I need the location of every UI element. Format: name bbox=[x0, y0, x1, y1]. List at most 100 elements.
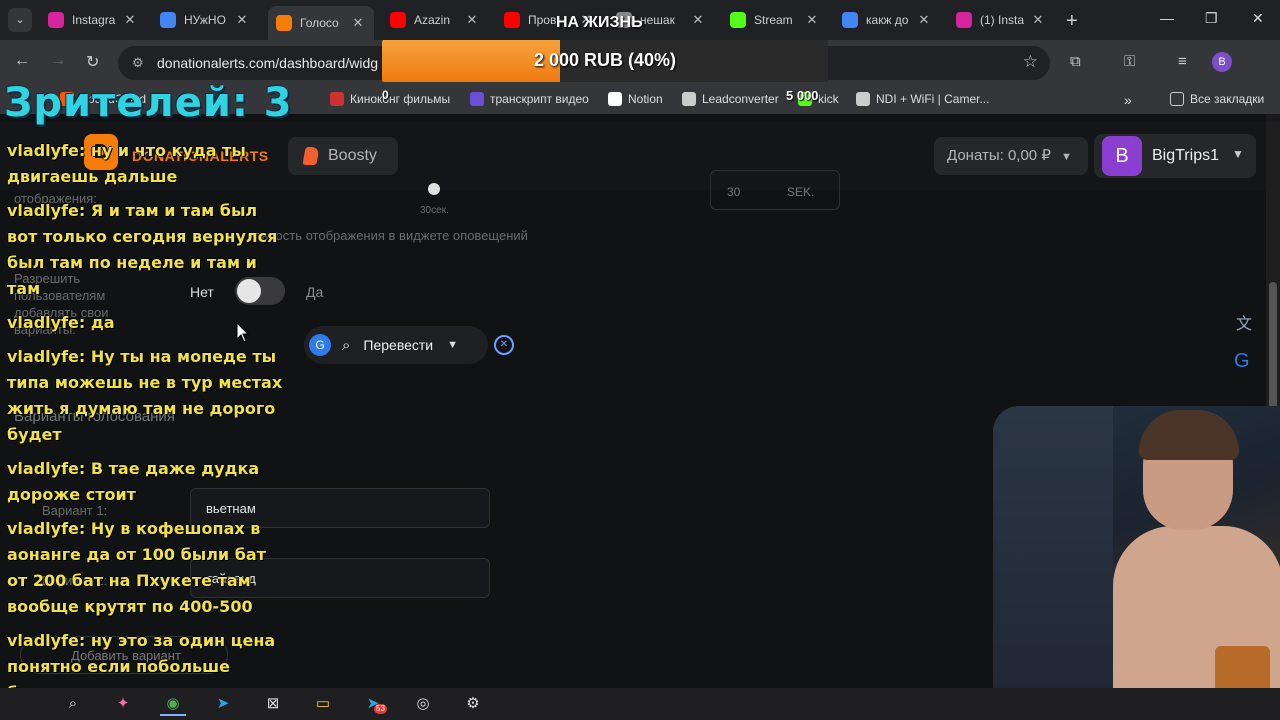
reload-icon[interactable]: ↻ bbox=[86, 52, 99, 72]
forward-icon[interactable]: → bbox=[50, 52, 66, 70]
restore-icon[interactable]: ❐ bbox=[1205, 10, 1218, 27]
tab-label: нешак bbox=[640, 13, 675, 27]
chat-message: vladlyfe: Ну в кофешопах в аонанге да от… bbox=[7, 516, 283, 620]
bookmark-item[interactable]: Киноконг фильмы bbox=[330, 92, 450, 106]
google-icon bbox=[842, 12, 858, 28]
close-tab-icon[interactable]: ✕ bbox=[690, 12, 706, 28]
obs-icon[interactable]: ◎ bbox=[410, 692, 436, 716]
more-bookmarks-icon[interactable]: » bbox=[1124, 92, 1132, 108]
all-bookmarks-button[interactable]: Все закладки bbox=[1170, 92, 1264, 106]
close-tab-icon[interactable]: ✕ bbox=[234, 12, 250, 28]
close-window-icon[interactable]: ✕ bbox=[1252, 10, 1264, 27]
close-tab-icon[interactable]: ✕ bbox=[350, 15, 366, 31]
minimize-icon[interactable]: — bbox=[1160, 10, 1174, 26]
tab-label: Stream bbox=[754, 13, 793, 27]
youtube-icon bbox=[504, 12, 520, 28]
goal-title: НА ЖИЗНЬ bbox=[556, 14, 643, 31]
search-icon[interactable]: ⌕ bbox=[342, 337, 350, 354]
media-control-icon[interactable]: ≡ bbox=[1178, 53, 1187, 70]
goal-amount: 2 000 RUB (40%) bbox=[533, 50, 677, 70]
boosty-button[interactable]: Boosty bbox=[288, 137, 398, 175]
chat-author: vladlyfe: bbox=[7, 347, 86, 366]
duration-slider-handle[interactable] bbox=[428, 183, 440, 195]
webcam-overlay bbox=[993, 406, 1280, 720]
url-text: donationalerts.com/dashboard/widg bbox=[157, 55, 379, 71]
bookmark-label: Notion bbox=[628, 92, 663, 106]
capcut-icon[interactable]: ⊠ bbox=[260, 692, 286, 716]
bookmark-label: Киноконг фильмы bbox=[350, 92, 451, 106]
browser-tab[interactable]: Azazin ✕ bbox=[382, 6, 488, 34]
webcam-background bbox=[993, 406, 1113, 720]
profile-avatar[interactable]: B bbox=[1212, 52, 1232, 72]
browser-tab[interactable]: Stream ✕ bbox=[722, 6, 828, 34]
boosty-label: Boosty bbox=[328, 147, 377, 164]
notion-icon bbox=[608, 92, 622, 106]
browser-tab[interactable]: какж до ✕ bbox=[834, 6, 940, 34]
grid-icon bbox=[470, 92, 484, 106]
search-icon[interactable]: ⌕ bbox=[60, 692, 86, 716]
extensions-icon[interactable]: ⧉ bbox=[1070, 53, 1081, 70]
duration-hint: 30сек. bbox=[420, 205, 449, 216]
site-info-icon[interactable]: ⚙ bbox=[132, 55, 144, 71]
close-tab-icon[interactable]: ✕ bbox=[804, 12, 820, 28]
user-avatar: B bbox=[1102, 136, 1142, 176]
translate-label[interactable]: Перевести bbox=[363, 337, 433, 353]
bookmark-label: NDI + WiFi | Camer... bbox=[876, 92, 990, 106]
viewer-count: Зрителей: 3 bbox=[4, 80, 293, 126]
bookmark-label: Leadconverter bbox=[702, 92, 779, 106]
goal-progress-bar: 2 000 RUB (40%) bbox=[382, 40, 828, 82]
translate-toolbar[interactable]: G ⌕ Перевести ▼ bbox=[304, 326, 488, 364]
browser-tab[interactable]: НУжНО ✕ bbox=[152, 6, 258, 34]
file-explorer-icon[interactable]: ▭ bbox=[310, 692, 336, 716]
tab-label: какж до bbox=[866, 13, 909, 27]
chat-author: vladlyfe: bbox=[7, 519, 86, 538]
screen: ⌄ Instagra ✕ НУжНО ✕ Голосо ✕ Azazin ✕ Пров ✕ неша… bbox=[0, 0, 1280, 720]
browser-tab[interactable]: Голосо ✕ bbox=[268, 6, 374, 40]
new-tab-button[interactable]: + bbox=[1066, 10, 1078, 33]
copilot-icon[interactable]: ✦ bbox=[110, 692, 136, 716]
notification-badge: 53 bbox=[374, 704, 387, 714]
bookmark-item[interactable]: NDI + WiFi | Camer... bbox=[856, 92, 989, 106]
chat-author: vladlyfe: bbox=[7, 201, 86, 220]
translator-logo-icon[interactable]: G bbox=[309, 334, 331, 356]
bookmark-label: транскрипт видео bbox=[490, 92, 589, 106]
bookmark-item[interactable]: транскрипт видео bbox=[470, 92, 589, 106]
duration-input[interactable]: 30 SEK. bbox=[710, 170, 840, 210]
close-tab-icon[interactable]: ✕ bbox=[464, 12, 480, 28]
close-tab-icon[interactable]: ✕ bbox=[122, 12, 138, 28]
bookmark-star-icon[interactable]: ☆ bbox=[1023, 52, 1038, 72]
chat-author: vladlyfe: bbox=[7, 459, 86, 478]
telegram-icon[interactable]: ➤ bbox=[210, 692, 236, 716]
telegram-desktop-icon[interactable]: ➤ 53 bbox=[360, 692, 387, 716]
chat-text: да bbox=[90, 313, 115, 332]
settings-icon[interactable]: ⚙ bbox=[460, 692, 486, 716]
youtube-icon bbox=[390, 12, 406, 28]
chevron-down-icon[interactable]: ▼ bbox=[447, 339, 458, 351]
bookmark-item[interactable]: Leadconverter bbox=[682, 92, 779, 106]
tab-label: Azazin bbox=[414, 13, 451, 27]
donationalerts-icon bbox=[276, 15, 292, 31]
browser-tab[interactable]: Instagra ✕ bbox=[40, 6, 146, 34]
chat-message: vladlyfe: Я и там и там был вот только с… bbox=[7, 198, 283, 302]
duration-caption: льность отображения в виджете оповещений bbox=[254, 228, 528, 243]
bookmark-item[interactable]: Notion bbox=[608, 92, 663, 106]
passwords-icon[interactable]: ⚿ bbox=[1124, 53, 1135, 70]
duration-value: 30 bbox=[727, 185, 741, 199]
browser-tab[interactable]: (1) Insta ✕ bbox=[948, 6, 1054, 34]
close-tab-icon[interactable]: ✕ bbox=[1030, 12, 1046, 28]
translate-side-icon[interactable]: 文 bbox=[1236, 310, 1252, 334]
tab-label: Instagra bbox=[72, 13, 116, 27]
donates-dropdown[interactable]: Донаты: 0,00 ₽ ▼ bbox=[934, 137, 1088, 175]
back-icon[interactable]: ← bbox=[14, 52, 30, 70]
instagram-icon bbox=[956, 12, 972, 28]
close-icon[interactable]: ✕ bbox=[494, 335, 514, 355]
chat-author: vladlyfe: bbox=[7, 141, 86, 160]
user-menu[interactable]: B BigTrips1 ▼ bbox=[1094, 134, 1256, 178]
tab-search-button[interactable]: ⌄ bbox=[8, 8, 32, 32]
close-tab-icon[interactable]: ✕ bbox=[916, 12, 932, 28]
chevron-down-icon: ▼ bbox=[1232, 147, 1244, 161]
translator-side-icon[interactable]: G bbox=[1234, 350, 1250, 373]
chat-message: vladlyfe: Ну ты на мопеде ты типа можешь… bbox=[7, 344, 283, 448]
kick-icon bbox=[730, 12, 746, 28]
chrome-icon[interactable]: ◉ bbox=[160, 692, 186, 716]
